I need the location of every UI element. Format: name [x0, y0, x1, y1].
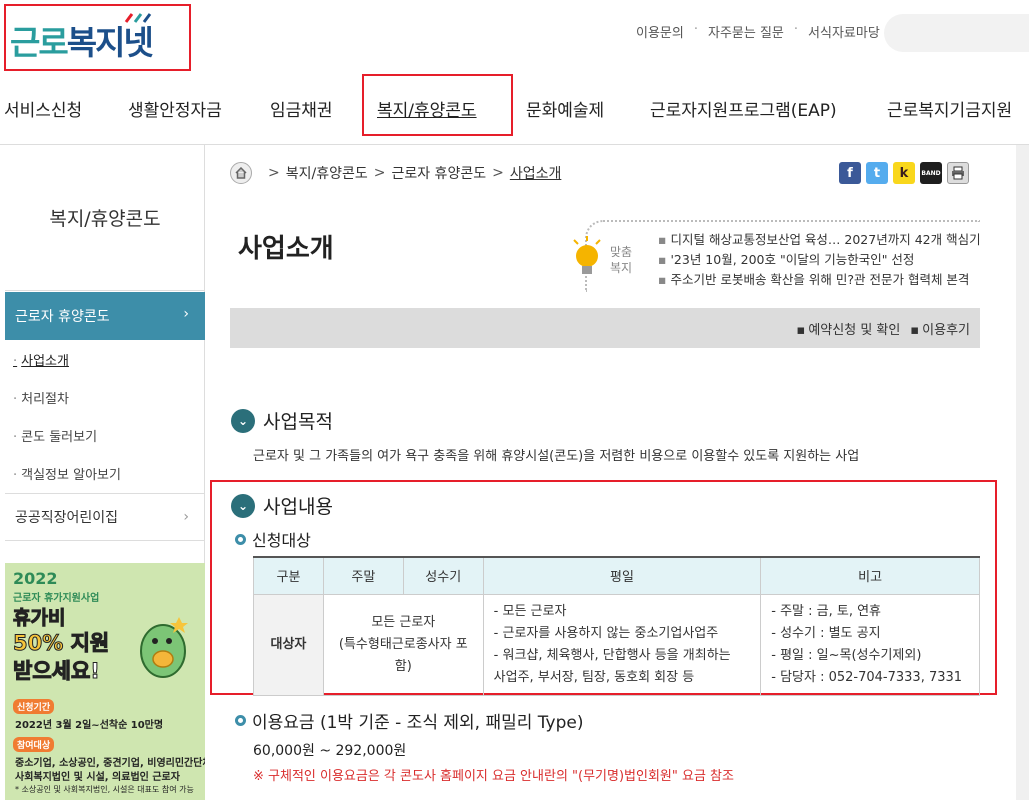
separator: ·	[693, 22, 698, 37]
mascot-character-icon	[140, 617, 188, 678]
kakaostory-icon[interactable]: k	[893, 162, 915, 184]
review-link[interactable]: ▪ 이용후기	[910, 319, 970, 338]
breadcrumb-item[interactable]: 근로자 휴양콘도	[391, 163, 486, 183]
chevron-right-icon: >	[492, 165, 504, 181]
banner-subtitle: 근로자 휴가지원사업	[13, 593, 100, 604]
circle-bullet-icon	[235, 533, 246, 545]
vacation-support-banner[interactable]: 2022 근로자 휴가지원사업 휴가비 50% 지원 받으세요! 신청기간 20…	[5, 563, 205, 800]
scrollbar-track[interactable]	[1016, 145, 1029, 800]
logo-mark-icon	[124, 13, 152, 23]
target-table: 구분 주말 성수기 평일 비고 대상자 모든 근로자 (특수형태근로종사자 포 …	[253, 556, 980, 696]
bullet-icon: ·	[13, 392, 18, 407]
recommend-item[interactable]: ▪ 디지털 해상교통정보산업 육성… 2027년까지 42개 핵심기	[658, 230, 981, 250]
purpose-text: 근로자 및 그 가족들의 여가 욕구 충족을 위해 휴양시설(콘도)을 저렴한 …	[253, 449, 860, 464]
banner-period: 2022년 3월 2일~선착순 10만명	[15, 720, 164, 731]
site-logo[interactable]: 근로복지넷	[4, 4, 191, 71]
table-row-label: 대상자	[253, 593, 324, 696]
banner-tag-period: 신청기간	[13, 699, 55, 714]
search-box[interactable]	[884, 14, 1029, 52]
main-navigation: 서비스신청 생활안정자금 임금채권 복지/휴양콘도 문화예술제 근로자지원프로그…	[0, 90, 1029, 130]
table-header: 주말	[322, 556, 404, 595]
separator: ·	[793, 22, 799, 37]
sidebar-sub-rooms[interactable]: · 객실정보 알아보기	[13, 464, 121, 483]
chevron-down-icon: ⌄	[231, 408, 255, 433]
fee-value: 60,000원 ~ 292,000원	[253, 743, 407, 759]
reservation-link[interactable]: ▪ 예약신청 및 확인	[797, 319, 901, 338]
chevron-right-icon: >	[268, 165, 280, 181]
home-icon[interactable]	[230, 162, 252, 184]
sidebar-item-daycare[interactable]: 공공직장어린이집 ›	[5, 493, 205, 541]
banner-year: 2022	[13, 569, 58, 588]
banner-note: * 소상공인 및 사회복지법인, 시설은 대표도 참여 가능	[15, 785, 194, 794]
chevron-right-icon: ›	[183, 509, 189, 525]
breadcrumb-current[interactable]: 사업소개	[510, 163, 562, 183]
subsection-target-heading: 신청대상	[235, 527, 311, 551]
facebook-icon[interactable]: f	[839, 162, 861, 184]
banner-headline-1: 휴가비	[12, 607, 66, 630]
recommend-item[interactable]: ▪ '23년 10월, 200호 "이달의 기능한국인" 선정	[658, 250, 981, 270]
utility-links: 이용문의 · 자주묻는 질문 · 서식자료마당	[636, 22, 880, 41]
section-content-heading: ⌄ 사업내용	[231, 492, 333, 519]
twitter-icon[interactable]: t	[866, 162, 888, 184]
sidebar-other-label: 공공직장어린이집	[15, 510, 119, 526]
sidebar-sub-tour[interactable]: · 콘도 둘러보기	[13, 426, 97, 445]
active-menu-highlight	[362, 74, 513, 136]
table-cell-weekday: - 모든 근로자 - 근로자를 사용하지 않는 중소기업사업주 - 워크샵, 체…	[482, 593, 762, 696]
breadcrumb-item[interactable]: 복지/휴양콘도	[286, 163, 368, 183]
quick-link-bar: ▪ 예약신청 및 확인 ▪ 이용후기	[230, 308, 980, 348]
recommend-label: 맞춤 복지	[609, 245, 633, 275]
subsection-fee-heading: 이용요금 (1박 기준 - 조식 제외, 패밀리 Type)	[235, 708, 583, 733]
sidebar-sub-intro[interactable]: · 사업소개	[13, 350, 69, 369]
table-header: 비고	[760, 556, 980, 595]
bullet-icon: ·	[13, 354, 18, 369]
table-cell-weekend: 모든 근로자 (특수형태근로종사자 포 함)	[322, 593, 484, 696]
gnb-item-living-fund[interactable]: 생활안정자금	[128, 96, 222, 121]
banner-target-1: 중소기업, 소상공인, 중견기업, 비영리민간단체,	[15, 758, 205, 769]
print-icon[interactable]	[947, 162, 969, 184]
sidebar-head-label: 근로자 휴양콘도	[15, 309, 110, 325]
banner-headline-2: 50% 지원	[12, 631, 110, 656]
chevron-down-icon: ⌄	[231, 493, 255, 518]
util-link-inquiry[interactable]: 이용문의	[636, 22, 684, 41]
table-header: 구분	[253, 556, 324, 595]
gnb-item-eap[interactable]: 근로자지원프로그램(EAP)	[650, 96, 837, 121]
chevron-right-icon: >	[373, 165, 386, 181]
recommend-list: ▪ 디지털 해상교통정보산업 육성… 2027년까지 42개 핵심기 ▪ '23년 …	[658, 230, 981, 290]
recommend-item[interactable]: ▪ 주소기반 로봇배송 확산을 위해 민?관 전문가 협력체 본격	[658, 270, 981, 290]
chevron-right-icon: ›	[183, 306, 189, 322]
sidebar-item-condo[interactable]: 근로자 휴양콘도 ›	[5, 292, 205, 340]
bullet-icon: ·	[13, 468, 18, 483]
band-icon[interactable]: BAND	[920, 162, 942, 184]
share-buttons: f t k BAND	[839, 162, 969, 184]
banner-headline-3: 받으세요!	[13, 659, 101, 684]
table-cell-notes: - 주말 : 금, 토, 연휴 - 성수기 : 별도 공지 - 평일 : 일~목…	[760, 593, 980, 696]
util-link-forms[interactable]: 서식자료마당	[808, 22, 880, 41]
table-header: 평일	[482, 556, 762, 595]
banner-tag-target: 참여대상	[13, 737, 55, 752]
circle-bullet-icon	[235, 715, 246, 726]
gnb-item-fund-support[interactable]: 근로복지기금지원	[887, 96, 1012, 121]
table-row: 대상자 모든 근로자 (특수형태근로종사자 포 함) - 모든 근로자 - 근로…	[253, 593, 980, 696]
util-link-faq[interactable]: 자주묻는 질문	[708, 22, 784, 41]
section-purpose-heading: ⌄ 사업목적	[231, 407, 333, 434]
gnb-item-wage-claim[interactable]: 임금채권	[270, 96, 333, 121]
gnb-item-service[interactable]: 서비스신청	[4, 96, 82, 121]
breadcrumb: > 복지/휴양콘도 > 근로자 휴양콘도 > 사업소개	[230, 160, 561, 186]
sidebar-sub-process[interactable]: · 처리절차	[13, 388, 69, 407]
gnb-item-culture[interactable]: 문화예술제	[526, 96, 604, 121]
banner-target-2: 사회복지법인 및 시설, 의료법인 근로자	[15, 772, 180, 783]
lightbulb-icon	[573, 236, 601, 274]
table-header-row: 구분 주말 성수기 평일 비고	[253, 556, 980, 595]
table-header: 성수기	[402, 556, 484, 595]
site-header: 근로복지넷 이용문의 · 자주묻는 질문 · 서식자료마당 서비스신청 생활안정…	[0, 0, 1029, 145]
bullet-icon: ·	[13, 430, 18, 445]
sidebar-title: 복지/휴양콘도	[5, 145, 205, 291]
page-title: 사업소개	[238, 234, 334, 264]
fee-note: ※ 구체적인 이용요금은 각 콘도사 홈페이지 요금 안내란의 "(무기명)법인…	[253, 769, 734, 784]
